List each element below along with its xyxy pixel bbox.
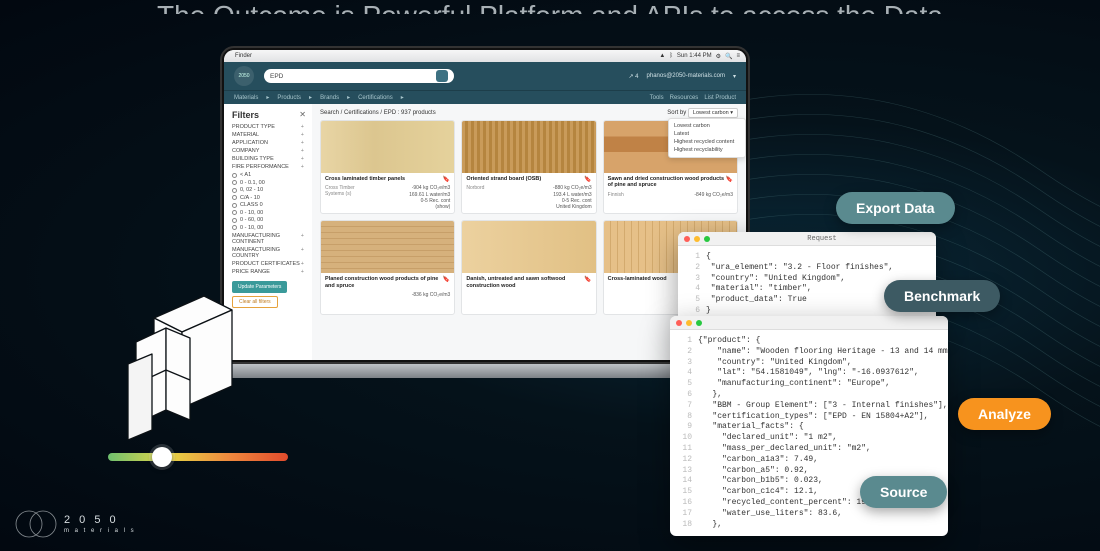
filter-group[interactable]: COMPANY+: [232, 148, 304, 154]
product-thumbnail: [321, 221, 454, 273]
bookmark-icon[interactable]: 🔖: [726, 176, 733, 183]
nav-certifications[interactable]: Certifications: [358, 95, 393, 101]
brand-name: 2 0 5 0: [64, 514, 119, 526]
product-thumbnail: [462, 221, 595, 273]
bookmark-icon[interactable]: 🔖: [443, 276, 450, 283]
filter-group[interactable]: BUILDING TYPE+: [232, 156, 304, 162]
share-badge[interactable]: ↗ 4: [628, 73, 638, 80]
bookmark-icon[interactable]: 🔖: [443, 176, 450, 183]
product-tag: Finnish: [608, 192, 624, 211]
nav-resources[interactable]: Resources: [670, 95, 699, 101]
product-thumbnail: [462, 121, 595, 173]
benchmark-button[interactable]: Benchmark: [884, 280, 1000, 312]
source-button[interactable]: Source: [860, 476, 947, 508]
nav-materials[interactable]: Materials: [234, 95, 258, 101]
filter-group[interactable]: FIRE PERFORMANCE+: [232, 164, 304, 170]
product-card[interactable]: 🔖 Planed construction wood products of p…: [320, 220, 455, 314]
search-value: EPD: [270, 73, 283, 80]
nav-products[interactable]: Products: [277, 95, 301, 101]
sort-option[interactable]: Highest recyclability: [674, 146, 740, 154]
brand-sub: m a t e r i a l s: [64, 528, 136, 534]
search-button[interactable]: [436, 70, 448, 82]
nav-list-product[interactable]: List Product: [704, 95, 736, 101]
brand-logo: 2 0 5 0 m a t e r i a l s: [14, 507, 136, 541]
slider-track: [108, 453, 288, 461]
traffic-min-icon[interactable]: [686, 320, 692, 326]
traffic-max-icon[interactable]: [704, 236, 710, 242]
bookmark-icon[interactable]: 🔖: [584, 276, 591, 283]
code1-title: Request: [807, 235, 836, 243]
filter-group[interactable]: PRICE RANGE+: [232, 269, 304, 275]
chevron-down-icon[interactable]: ▾: [733, 73, 736, 80]
product-thumbnail: [321, 121, 454, 173]
product-card[interactable]: 🔖 Oriented strand board (OSB) Norbord -8…: [461, 120, 596, 214]
close-icon[interactable]: ✕: [299, 110, 306, 119]
filter-group[interactable]: MANUFACTURING CONTINENT+: [232, 233, 304, 245]
product-title: Planed construction wood products of pin…: [325, 276, 450, 289]
filter-group[interactable]: PRODUCT CERTIFICATES+: [232, 261, 304, 267]
product-title: Danish, untreated and sawn softwood cons…: [466, 276, 591, 289]
analyze-button[interactable]: Analyze: [958, 398, 1051, 430]
menubar-app-name: Finder: [235, 53, 252, 59]
product-metrics: -904 kg CO₂e/m3169.61 L water/m30-5 Rec.…: [409, 185, 450, 210]
wifi2-icon: ⚙: [716, 53, 721, 60]
export-data-button[interactable]: Export Data: [836, 192, 955, 224]
search-menubar-icon: 🔍: [725, 53, 732, 60]
product-metrics: -880 kg CO₂e/m3193.4 L water/m30-5 Rec. …: [553, 185, 592, 210]
product-tag: Cross TimberSystems (s): [325, 185, 355, 210]
filter-radio[interactable]: 0 - 10, 00: [232, 225, 304, 231]
wifi-icon: ▲: [659, 53, 665, 59]
filter-group[interactable]: MANUFACTURING COUNTRY+: [232, 247, 304, 259]
app-logo[interactable]: 2050: [234, 66, 254, 86]
bookmark-icon[interactable]: 🔖: [584, 176, 591, 183]
sort-option[interactable]: Highest recycled content: [674, 138, 740, 146]
filters-title: Filters: [232, 110, 304, 120]
traffic-max-icon[interactable]: [696, 320, 702, 326]
material-diagram: [118, 280, 278, 440]
sort-select[interactable]: Lowest carbon ▾: [688, 108, 738, 118]
filter-radio[interactable]: 0 - 10, 00: [232, 210, 304, 216]
product-metrics: -836 kg CO₂e/m3: [412, 292, 451, 311]
product-title: Cross laminated timber panels: [325, 176, 450, 182]
filter-radio[interactable]: < A1: [232, 172, 304, 178]
carbon-gradient-slider[interactable]: [108, 450, 288, 464]
slider-knob[interactable]: [152, 447, 172, 467]
product-title: Sawn and dried construction wood product…: [608, 176, 733, 189]
filter-group[interactable]: PRODUCT TYPE+: [232, 124, 304, 130]
filter-group[interactable]: MATERIAL+: [232, 132, 304, 138]
sort-option[interactable]: Latest: [674, 130, 740, 138]
nav-tools[interactable]: Tools: [650, 95, 664, 101]
menu-icon: ≡: [736, 53, 740, 59]
product-tag: Norbord: [466, 185, 484, 210]
filter-radio[interactable]: 0, 02 - 10: [232, 187, 304, 193]
product-title: Oriented strand board (OSB): [466, 176, 591, 182]
user-email[interactable]: phanos@2050-materials.com: [647, 73, 725, 79]
filter-radio[interactable]: C/A - 10: [232, 195, 304, 201]
product-metrics: -849 kg CO₂e/m3: [694, 192, 733, 211]
traffic-close-icon[interactable]: [676, 320, 682, 326]
breadcrumb: Search / Certifications / EPD : 937 prod…: [320, 110, 436, 116]
search-input[interactable]: EPD: [264, 69, 454, 83]
bluetooth-icon: ᛒ: [669, 53, 673, 59]
headline: The Outcome is Powerful Platform and API…: [40, 0, 1060, 14]
traffic-close-icon[interactable]: [684, 236, 690, 242]
nav-brands[interactable]: Brands: [320, 95, 339, 101]
sort-option[interactable]: Lowest carbon: [674, 122, 740, 130]
app-subnav: Materials▸ Products▸ Brands▸ Certificati…: [224, 90, 746, 104]
filter-group[interactable]: APPLICATION+: [232, 140, 304, 146]
sort-dropdown: Lowest carbonLatestHighest recycled cont…: [668, 118, 746, 158]
filter-radio[interactable]: 0 - 60, 00: [232, 217, 304, 223]
filter-radio[interactable]: 0 - 0.1, 00: [232, 180, 304, 186]
product-card[interactable]: 🔖 Cross laminated timber panels Cross Ti…: [320, 120, 455, 214]
menubar-time: Sun 1:44 PM: [677, 53, 712, 59]
sort-label: Sort by: [667, 110, 686, 116]
macos-menubar: Finder ▲ ᛒ Sun 1:44 PM ⚙ 🔍 ≡: [224, 50, 746, 62]
filter-radio[interactable]: CLASS 0: [232, 202, 304, 208]
app-header: 2050 EPD ↗ 4 phanos@2050-materials.com ▾: [224, 62, 746, 90]
product-card[interactable]: 🔖 Danish, untreated and sawn softwood co…: [461, 220, 596, 314]
traffic-min-icon[interactable]: [694, 236, 700, 242]
